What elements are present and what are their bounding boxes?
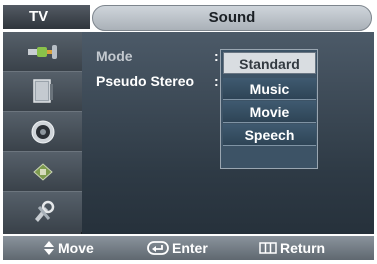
mode-dropdown[interactable]: Standard Music Movie Speech xyxy=(220,49,318,169)
footer-bar: Move Enter Return xyxy=(3,236,374,260)
sidebar-item-picture[interactable] xyxy=(3,72,82,112)
enter-label: Enter xyxy=(172,240,208,256)
footer-move: Move xyxy=(43,236,94,260)
option-music[interactable]: Music xyxy=(223,78,316,100)
tv-osd-menu: TV Sound Mode: Pseudo Stereo: Standard… xyxy=(0,0,377,264)
enter-icon xyxy=(147,241,169,255)
mode-label: Mode xyxy=(96,48,133,64)
setup-tools-icon xyxy=(34,200,54,222)
option-movie[interactable]: Movie xyxy=(223,101,316,123)
sidebar-item-channel[interactable] xyxy=(3,152,82,192)
header-bar: TV Sound xyxy=(0,2,377,32)
pseudo-stereo-colon: : xyxy=(214,73,219,89)
move-label: Move xyxy=(58,240,94,256)
footer-enter: Enter xyxy=(147,236,208,260)
sidebar-item-setup[interactable] xyxy=(3,192,82,232)
sidebar xyxy=(3,32,82,234)
option-speech[interactable]: Speech xyxy=(223,124,316,146)
updown-arrow-icon xyxy=(44,241,54,255)
mode-colon: : xyxy=(214,48,219,64)
speaker-icon xyxy=(31,120,54,143)
footer-return: Return xyxy=(259,236,325,260)
sidebar-item-input[interactable] xyxy=(3,32,82,72)
sidebar-item-sound[interactable] xyxy=(3,112,82,152)
return-label: Return xyxy=(280,240,326,256)
option-standard[interactable]: Standard xyxy=(223,52,316,74)
picture-panel-icon xyxy=(32,78,53,103)
tv-label: TV xyxy=(3,5,90,29)
channel-chip-icon xyxy=(32,162,53,181)
menu-title: Sound xyxy=(92,5,372,31)
input-plug-icon xyxy=(27,44,57,59)
pseudo-stereo-label: Pseudo Stereo xyxy=(96,73,195,89)
return-icon xyxy=(259,242,277,254)
sound-menu-panel: Mode : Pseudo Stereo : Standard Music Mo… xyxy=(82,32,374,234)
